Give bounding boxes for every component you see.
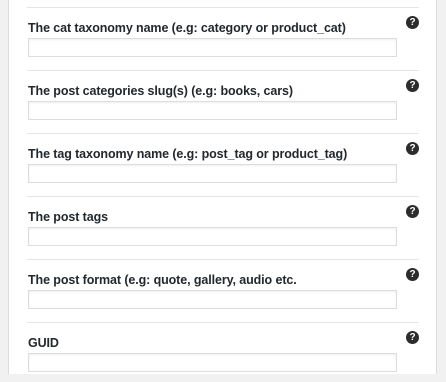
settings-panel: The cat taxonomy name (e.g: category or … [8, 0, 437, 382]
label-row: GUID ? [27, 331, 419, 352]
post-format-input[interactable] [28, 290, 397, 309]
field-label: GUID [28, 336, 59, 350]
label-row: The post tags ? [27, 205, 419, 226]
divider [27, 7, 419, 8]
field-label: The post categories slug(s) (e.g: books,… [28, 84, 293, 98]
field-label: The cat taxonomy name (e.g: category or … [28, 21, 346, 35]
field-label: The post tags [28, 210, 108, 224]
label-row: The cat taxonomy name (e.g: category or … [27, 16, 419, 37]
help-icon[interactable]: ? [406, 142, 419, 155]
help-icon[interactable]: ? [406, 331, 419, 344]
help-icon[interactable]: ? [406, 79, 419, 92]
label-row: The tag taxonomy name (e.g: post_tag or … [27, 142, 419, 163]
divider [27, 322, 419, 323]
label-row: The post categories slug(s) (e.g: books,… [27, 79, 419, 100]
guid-input[interactable] [28, 353, 397, 372]
divider [27, 133, 419, 134]
divider [27, 70, 419, 71]
panel-bottom-edge [0, 374, 446, 382]
help-icon[interactable]: ? [406, 16, 419, 29]
field-label: The tag taxonomy name (e.g: post_tag or … [28, 147, 348, 161]
tag-taxonomy-input[interactable] [28, 164, 397, 183]
cat-taxonomy-input[interactable] [28, 38, 397, 57]
help-icon[interactable]: ? [406, 268, 419, 281]
help-icon[interactable]: ? [406, 205, 419, 218]
label-row: The post format (e.g: quote, gallery, au… [27, 268, 419, 289]
divider [27, 259, 419, 260]
divider [27, 196, 419, 197]
post-categories-input[interactable] [28, 101, 397, 120]
post-tags-input[interactable] [28, 227, 397, 246]
field-label: The post format (e.g: quote, gallery, au… [28, 273, 297, 287]
